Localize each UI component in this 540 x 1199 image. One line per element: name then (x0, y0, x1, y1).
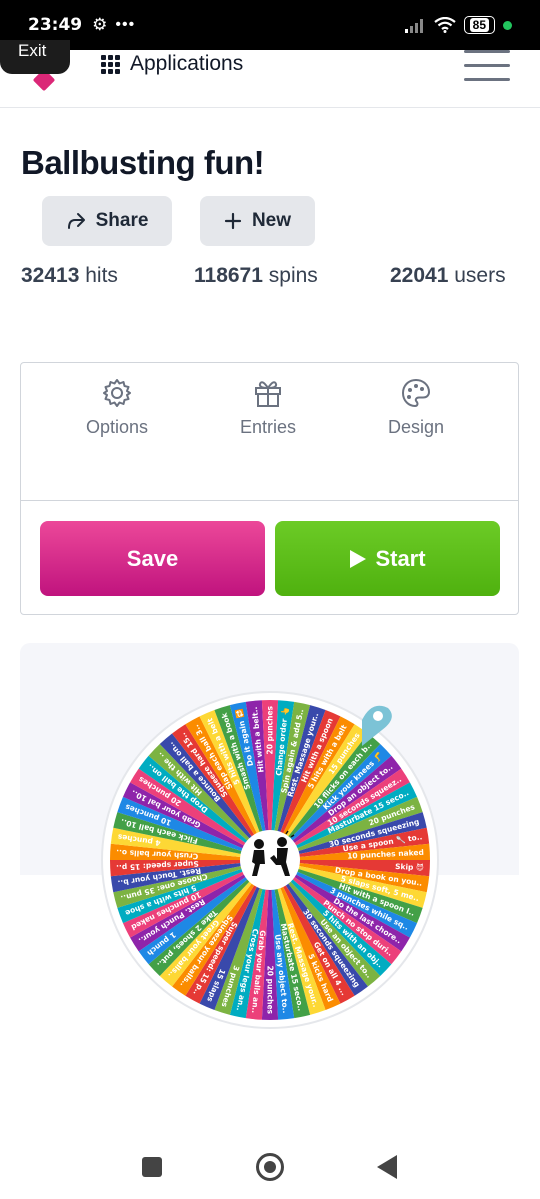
wheel-entry-label: 20 punches (266, 966, 275, 1015)
back-button[interactable] (377, 1155, 397, 1179)
spin-wheel[interactable]: Skip 😈 Drop a book on you.. 5 slaps soft, … (100, 690, 440, 1030)
options-label: Options (85, 417, 149, 437)
signal-icon (404, 19, 423, 33)
users-stat: 22041 users (390, 264, 506, 288)
users-label: users (454, 264, 506, 287)
privacy-indicator (503, 20, 512, 30)
design-tab[interactable]: Design (356, 377, 476, 438)
battery-icon: 85 (463, 16, 495, 34)
new-button[interactable]: New (200, 196, 315, 246)
battery-level: 85 (469, 18, 489, 32)
share-label: Share (95, 210, 149, 231)
more-dots-icon: ••• (115, 16, 136, 33)
recent-apps-button[interactable] (142, 1157, 162, 1177)
design-label: Design (387, 417, 445, 437)
play-icon (350, 549, 367, 568)
users-value: 22041 (390, 264, 449, 287)
apps-grid-icon (101, 54, 120, 74)
hamburger-menu-icon[interactable] (464, 50, 512, 84)
hits-stat: 32413 hits (21, 264, 118, 288)
settings-icon: ⚙ (92, 15, 108, 34)
status-icons: 85 (404, 16, 512, 34)
spins-value: 118671 (194, 264, 263, 287)
divider (21, 500, 518, 501)
share-icon (67, 213, 85, 229)
plus-icon (224, 212, 242, 230)
new-label: New (251, 210, 292, 231)
system-nav-bar (0, 1130, 540, 1199)
hits-value: 32413 (21, 264, 80, 287)
applications-label: Applications (130, 52, 244, 75)
applications-link[interactable]: Applications (101, 52, 243, 76)
app-header: Applications (0, 50, 540, 108)
spins-label: spins (268, 264, 318, 287)
palette-icon (401, 378, 431, 408)
exit-button[interactable]: Exit (0, 40, 70, 74)
status-time: 23:49 (28, 15, 83, 35)
wheel-hub (240, 830, 300, 890)
hits-label: hits (85, 264, 118, 287)
status-bar: 23:49 ⚙ ••• 85 (0, 0, 540, 50)
wifi-icon (433, 17, 456, 33)
page-title: Ballbusting fun! (21, 144, 265, 181)
share-button[interactable]: Share (42, 196, 172, 246)
spins-stat: 118671 spins (194, 264, 318, 288)
wheel-entry-label: 20 punches (266, 705, 275, 754)
save-button[interactable]: Save (40, 521, 265, 596)
wheel-graphic[interactable]: Skip 😈Drop a book on you..5 slaps soft, … (100, 690, 440, 1030)
entries-tab[interactable]: Entries (208, 377, 328, 438)
save-label: Save (126, 545, 179, 571)
wheel-entry-label: Skip 😈 (395, 862, 424, 872)
gift-icon (255, 381, 281, 407)
gear-icon (103, 379, 131, 407)
tools-card: Options Entries Design Save Start (20, 362, 519, 615)
start-label: Start (375, 545, 426, 571)
home-button[interactable] (256, 1153, 284, 1181)
start-button[interactable]: Start (275, 521, 500, 596)
entries-label: Entries (239, 417, 297, 437)
options-tab[interactable]: Options (57, 377, 177, 438)
